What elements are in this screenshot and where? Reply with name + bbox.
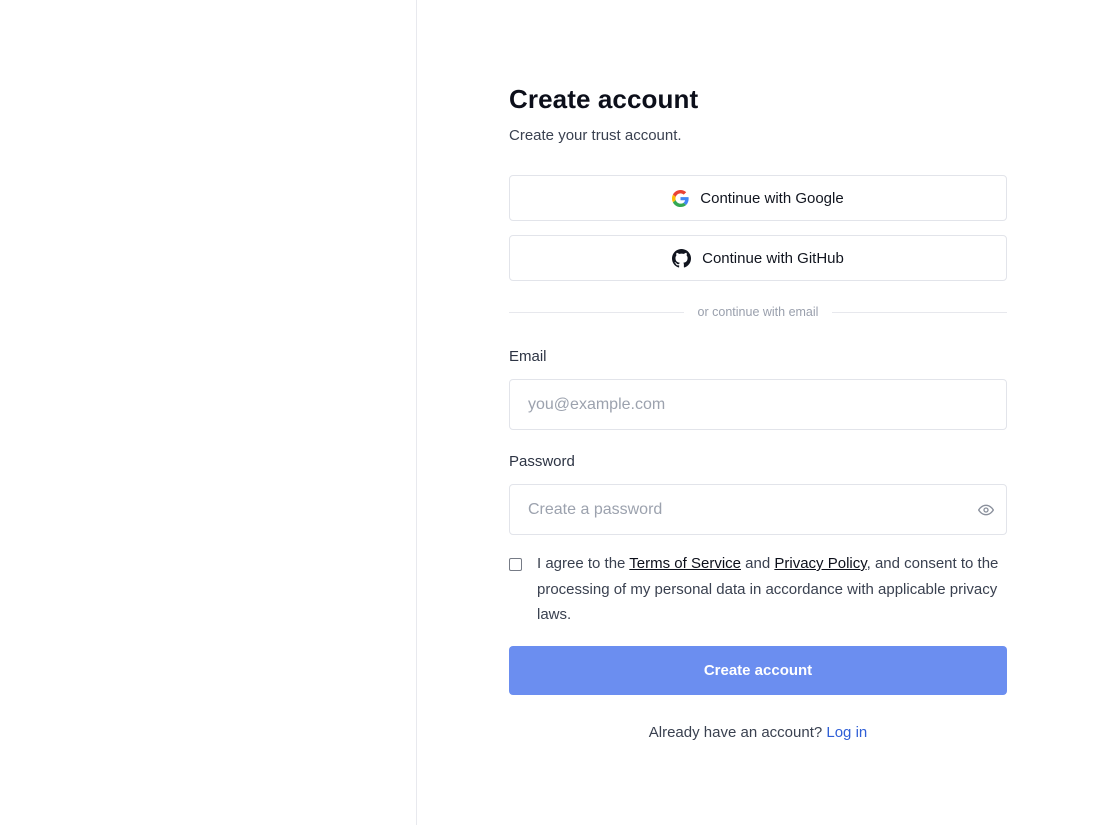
continue-with-github-button[interactable]: Continue with GitHub bbox=[509, 235, 1007, 281]
terms-text: I agree to the Terms of Service and Priv… bbox=[537, 551, 1007, 628]
login-prompt: Already have an account? Log in bbox=[509, 724, 1007, 741]
google-button-label: Continue with Google bbox=[700, 189, 844, 207]
divider-line-left bbox=[509, 311, 684, 313]
password-label: Password bbox=[509, 453, 575, 470]
github-button-label: Continue with GitHub bbox=[702, 249, 844, 267]
agree-prefix: I agree to the bbox=[537, 555, 630, 572]
login-prompt-text: Already have an account? bbox=[648, 723, 827, 741]
eye-icon[interactable] bbox=[978, 502, 994, 518]
divider-text: or continue with email bbox=[697, 305, 819, 319]
right-panel: Create account Create your trust account… bbox=[417, 0, 1100, 825]
log-in-link[interactable]: Log in bbox=[826, 724, 867, 741]
continue-with-google-button[interactable]: Continue with Google bbox=[509, 175, 1007, 221]
password-field-wrapper bbox=[509, 484, 1007, 535]
email-divider: or continue with email bbox=[509, 302, 1007, 322]
agree-and: and bbox=[741, 555, 775, 572]
email-label: Email bbox=[509, 348, 547, 365]
signup-form: Create account Create your trust account… bbox=[509, 83, 1007, 741]
signup-page: Create account Create your trust account… bbox=[0, 0, 1100, 825]
create-account-button[interactable]: Create account bbox=[509, 645, 1007, 695]
terms-of-service-link[interactable]: Terms of Service bbox=[629, 555, 741, 572]
page-title: Create account bbox=[509, 84, 699, 114]
github-icon bbox=[672, 248, 692, 268]
page-subtitle: Create your trust account. bbox=[509, 127, 682, 144]
password-field[interactable] bbox=[510, 485, 1006, 534]
privacy-policy-link[interactable]: Privacy Policy bbox=[774, 555, 866, 572]
email-field-wrapper bbox=[509, 379, 1007, 430]
left-panel bbox=[0, 0, 417, 825]
terms-checkbox[interactable] bbox=[509, 558, 522, 571]
google-icon bbox=[672, 189, 689, 207]
email-field[interactable] bbox=[510, 380, 1006, 429]
divider-line-right bbox=[832, 311, 1007, 313]
terms-agreement: I agree to the Terms of Service and Priv… bbox=[509, 555, 1007, 628]
